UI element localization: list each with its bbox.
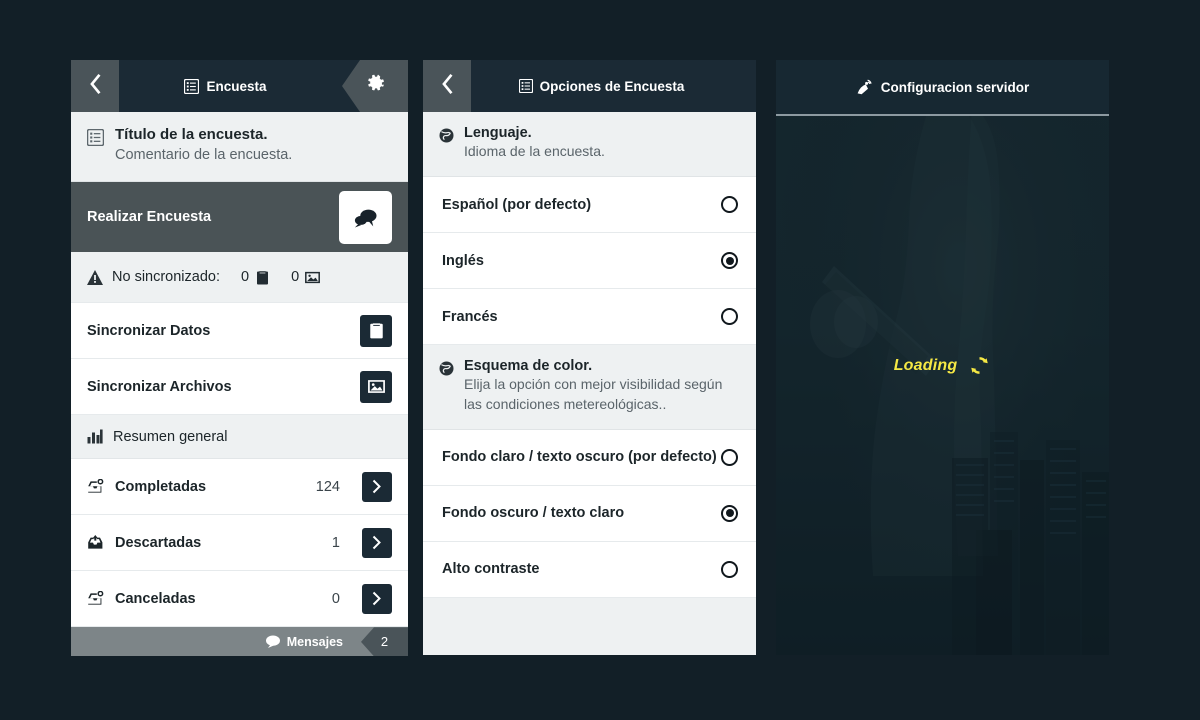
option-label: Inglés [442, 253, 484, 269]
clipboard-icon [255, 270, 270, 285]
loading-label: Loading [894, 357, 958, 375]
loading-indicator: Loading [776, 354, 1109, 377]
messages-button[interactable]: Mensajes [256, 627, 361, 656]
survey-title-card: Título de la encuesta. Comentario de la … [71, 112, 408, 182]
panel1-title-text: Encuesta [206, 79, 266, 94]
survey-list-icon [519, 79, 533, 93]
chevron-left-icon [88, 74, 103, 99]
survey-subtitle: Comentario de la encuesta. [115, 146, 292, 166]
chevron-right-icon[interactable] [362, 584, 392, 614]
summary-completed-label: Completadas [115, 479, 305, 495]
panel1-title: Encuesta [109, 79, 342, 94]
chat-bubble-icon [266, 635, 280, 648]
clipboard-icon[interactable] [360, 315, 392, 347]
sync-data-label: Sincronizar Datos [87, 323, 210, 339]
panel1-header: Encuesta [71, 60, 408, 112]
panel2-title-text: Opciones de Encuesta [540, 79, 685, 94]
unsynced-files-value: 0 [291, 269, 299, 285]
group-title-color-scheme: Esquema de color. [464, 358, 740, 374]
summary-section-label: Resumen general [113, 429, 227, 445]
inbox-up-icon [87, 535, 104, 551]
option-label: Fondo claro / texto oscuro (por defecto) [442, 449, 717, 465]
option-label: Francés [442, 309, 498, 325]
radio-button[interactable] [721, 196, 738, 213]
summary-discarded-count: 1 [332, 535, 340, 551]
option-scheme-light[interactable]: Fondo claro / texto oscuro (por defecto) [423, 430, 756, 486]
sync-files-row[interactable]: Sincronizar Archivos [71, 359, 408, 415]
chevron-right-icon[interactable] [362, 472, 392, 502]
radio-button-selected[interactable] [721, 505, 738, 522]
panel2-header: Opciones de Encuesta [423, 60, 756, 112]
option-scheme-high-contrast[interactable]: Alto contraste [423, 542, 756, 598]
globe-icon [439, 128, 454, 143]
take-survey-button[interactable]: Realizar Encuesta [71, 182, 408, 252]
messages-badge[interactable]: 2 [361, 627, 408, 656]
group-header-color-scheme: Esquema de color. Elija la opción con me… [423, 345, 756, 430]
survey-title: Título de la encuesta. [115, 126, 292, 145]
summary-discarded-label: Descartadas [115, 535, 321, 551]
messages-label: Mensajes [287, 635, 343, 649]
summary-cancelled-count: 0 [332, 591, 340, 607]
panel2-filler [423, 598, 756, 655]
sync-files-label: Sincronizar Archivos [87, 379, 232, 395]
group-header-language: Lenguaje. Idioma de la encuesta. [423, 112, 756, 177]
radio-button[interactable] [721, 308, 738, 325]
summary-row-discarded[interactable]: Descartadas 1 [71, 515, 408, 571]
chevron-right-icon[interactable] [362, 528, 392, 558]
refresh-spinner-icon [968, 354, 991, 377]
unsynced-data-count: 0 [241, 269, 270, 285]
summary-row-completed[interactable]: Completadas 124 [71, 459, 408, 515]
inbox-check-icon [87, 479, 104, 495]
chat-bubbles-icon [339, 191, 392, 244]
unsynced-data-value: 0 [241, 269, 249, 285]
screen: Encuesta Título de la encuesta. Comentar [0, 0, 1200, 720]
option-label: Alto contraste [442, 561, 540, 577]
group-subtitle-color-scheme: Elija la opción con mejor visibilidad se… [464, 375, 740, 414]
radio-button-selected[interactable] [721, 252, 738, 269]
survey-list-icon [184, 79, 199, 94]
radio-button[interactable] [721, 561, 738, 578]
group-subtitle-language: Idioma de la encuesta. [464, 142, 605, 161]
messages-footer: Mensajes 2 [71, 627, 408, 656]
option-scheme-dark[interactable]: Fondo oscuro / texto claro [423, 486, 756, 542]
summary-section-header: Resumen general [71, 415, 408, 459]
option-language-spanish[interactable]: Español (por defecto) [423, 177, 756, 233]
unsynced-label: No sincronizado: [112, 269, 220, 285]
gear-icon [366, 74, 385, 98]
globe-icon [439, 361, 454, 376]
summary-cancelled-label: Canceladas [115, 591, 321, 607]
satellite-dish-icon [856, 79, 873, 96]
option-language-english[interactable]: Inglés [423, 233, 756, 289]
summary-row-cancelled[interactable]: Canceladas 0 [71, 571, 408, 627]
radio-button[interactable] [721, 449, 738, 466]
unsynced-files-count: 0 [291, 269, 320, 285]
option-language-french[interactable]: Francés [423, 289, 756, 345]
group-title-language: Lenguaje. [464, 125, 605, 141]
summary-completed-count: 124 [316, 479, 340, 495]
option-label: Fondo oscuro / texto claro [442, 505, 624, 521]
take-survey-label: Realizar Encuesta [87, 209, 211, 225]
survey-list-icon [87, 129, 104, 151]
server-config-panel: Configuracion servidor Loading [776, 60, 1109, 655]
bar-chart-icon [87, 429, 103, 444]
panel3-title-text: Configuracion servidor [881, 80, 1030, 95]
image-icon [305, 270, 320, 285]
panel2-title: Opciones de Encuesta [447, 79, 756, 94]
panel3-header: Configuracion servidor [776, 60, 1109, 116]
settings-button[interactable] [342, 60, 408, 112]
survey-options-panel: Opciones de Encuesta Lenguaje. Idioma de… [423, 60, 756, 655]
unsynced-status-row: No sincronizado: 0 0 [71, 252, 408, 303]
warning-triangle-icon [87, 270, 103, 285]
option-label: Español (por defecto) [442, 197, 591, 213]
survey-panel: Encuesta Título de la encuesta. Comentar [71, 60, 408, 655]
image-icon[interactable] [360, 371, 392, 403]
sync-data-row[interactable]: Sincronizar Datos [71, 303, 408, 359]
inbox-check-icon [87, 591, 104, 607]
